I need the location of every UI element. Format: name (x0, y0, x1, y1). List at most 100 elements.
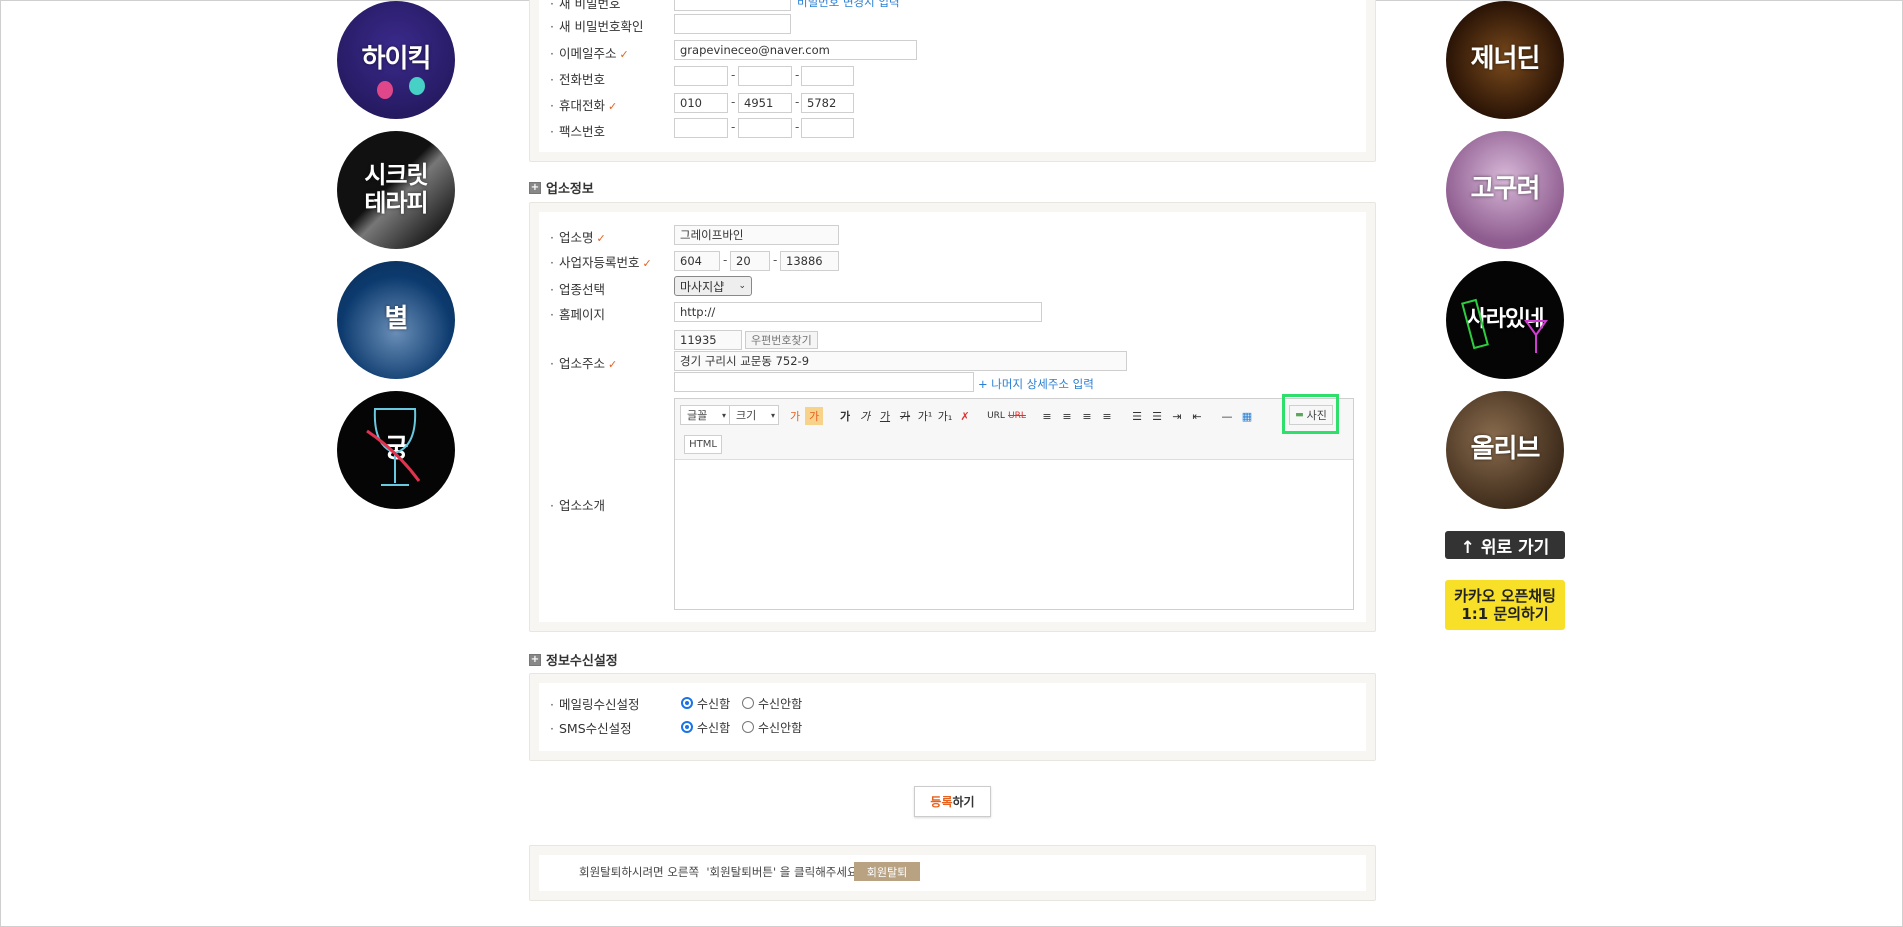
strikethrough-icon[interactable]: 가 (896, 407, 914, 425)
mobile-label: 휴대전화✓ (550, 95, 617, 114)
banner-saranne[interactable]: 사라있네 (1446, 261, 1564, 379)
sms-yes-label: 수신함 (697, 721, 731, 735)
size-select-label: 크기 (736, 409, 757, 422)
category-select[interactable]: 마사지샵 ⌄ (674, 276, 752, 296)
member-info-inner (539, 0, 1366, 152)
scroll-top-button[interactable]: ↑ 위로 가기 (1445, 531, 1565, 559)
underline-icon[interactable]: 가 (876, 407, 894, 425)
intro-editor: 글꼴 ▾ 크기 ▾ 가 가 가 가 가 가 가¹ 가₁ ✗ URL URL ≡ ≡ … (674, 394, 1354, 610)
email-label-text: 이메일주소 (558, 46, 617, 61)
password-hint: 비밀번호 변경시 입력 (797, 0, 900, 9)
align-left-icon[interactable]: ≡ (1038, 407, 1056, 425)
email-label: 이메일주소✓ (550, 43, 629, 62)
subscript-icon[interactable]: 가₁ (936, 407, 954, 425)
remove-format-icon[interactable]: ✗ (956, 407, 974, 425)
fax-input-1[interactable] (674, 118, 728, 138)
dash: - (795, 68, 800, 82)
zip-search-button[interactable]: 우편번호찾기 (745, 331, 818, 349)
bold-icon[interactable]: 가 (836, 407, 854, 425)
mobile-input-2[interactable]: 4951 (738, 93, 792, 113)
business-reg-input-2[interactable]: 20 (730, 251, 770, 271)
italic-icon[interactable]: 가 (856, 407, 874, 425)
business-section-title-text: 업소정보 (546, 182, 594, 197)
banner-palace[interactable]: 궁 (337, 391, 455, 509)
ordered-list-icon[interactable]: ☰ (1128, 407, 1146, 425)
banner-label: 올리브 (1470, 434, 1541, 465)
dash: - (795, 120, 800, 134)
align-center-icon[interactable]: ≡ (1058, 407, 1076, 425)
table-icon[interactable]: ▦ (1238, 407, 1256, 425)
fax-input-3[interactable] (801, 118, 854, 138)
withdraw-button[interactable]: 회원탈퇴 (854, 862, 920, 881)
mailing-yes-radio[interactable] (681, 697, 693, 709)
text-color-icon[interactable]: 가 (786, 407, 804, 425)
horizontal-rule-icon[interactable]: — (1218, 407, 1236, 425)
phone-input-1[interactable] (674, 66, 728, 86)
mobile-input-1[interactable]: 010 (674, 93, 728, 113)
zip-input[interactable]: 11935 (674, 330, 742, 350)
banner-secret-therapy[interactable]: 시크릿 테라피 (337, 131, 455, 249)
mailing-label: 메일링수신설정 (550, 694, 640, 713)
receive-section-title: + 정보수신설정 (529, 650, 618, 669)
phone-input-2[interactable] (738, 66, 792, 86)
bottle-icon (1461, 298, 1548, 353)
wineglass-icon (366, 408, 421, 486)
indent-icon[interactable]: ⇥ (1168, 407, 1186, 425)
detail-address-link[interactable]: + 나머지 상세주소 입력 (978, 376, 1094, 392)
business-name-label-text: 업소명 (558, 230, 594, 245)
bg-color-icon[interactable]: 가 (805, 407, 823, 425)
unlink-icon[interactable]: URL (1008, 407, 1026, 425)
address-label: 업소주소✓ (550, 353, 617, 372)
chevron-down-icon: ⌄ (738, 281, 746, 291)
mobile-label-text: 휴대전화 (558, 98, 605, 113)
required-check-icon: ✓ (608, 358, 618, 371)
kakao-line2: 1:1 문의하기 (1461, 605, 1549, 623)
business-reg-input-3[interactable]: 13886 (780, 251, 839, 271)
sms-no-label: 수신안함 (758, 721, 803, 735)
unordered-list-icon[interactable]: ☰ (1148, 407, 1166, 425)
photo-button-label: 사진 (1306, 409, 1327, 422)
align-right-icon[interactable]: ≡ (1078, 407, 1096, 425)
email-input[interactable]: grapevineceo@naver.com (674, 40, 917, 60)
size-select[interactable]: 크기 ▾ (729, 405, 779, 425)
confirm-password-input[interactable] (674, 14, 791, 34)
mailing-no-radio[interactable] (742, 697, 754, 709)
font-select[interactable]: 글꼴 ▾ (680, 405, 730, 425)
link-icon[interactable]: URL (987, 407, 1005, 425)
balloon-icon (409, 77, 425, 95)
phone-input-3[interactable] (801, 66, 854, 86)
submit-button[interactable]: 등록 하기 (914, 786, 991, 817)
address-input[interactable]: 경기 구리시 교문동 752-9 (674, 351, 1127, 371)
member-info-panel (529, 0, 1376, 162)
confirm-password-label: 새 비밀번호확인 (550, 16, 643, 35)
kakao-chat-button[interactable]: 카카오 오픈채팅 1:1 문의하기 (1445, 580, 1565, 630)
dropdown-icon: ▾ (721, 410, 726, 420)
html-mode-button[interactable]: HTML (684, 435, 722, 454)
banner-label: 별 (384, 304, 409, 335)
banner-olive[interactable]: 올리브 (1446, 391, 1564, 509)
mobile-input-3[interactable]: 5782 (801, 93, 854, 113)
submit-accent-text: 등록 (930, 795, 953, 809)
align-justify-icon[interactable]: ≡ (1098, 407, 1116, 425)
plus-icon: + (529, 653, 541, 666)
business-reg-input-1[interactable]: 604 (674, 251, 720, 271)
editor-content[interactable] (675, 460, 1353, 609)
scroll-top-label: ↑ 위로 가기 (1460, 537, 1550, 558)
plus-icon: + (529, 181, 541, 194)
address-detail-input[interactable] (674, 372, 974, 392)
mailing-yes-label: 수신함 (697, 697, 731, 711)
dash: - (795, 95, 800, 109)
sms-no-radio[interactable] (742, 721, 754, 733)
banner-zenerdin[interactable]: 제너딘 (1446, 1, 1564, 119)
homepage-input[interactable]: http:// (674, 302, 1042, 322)
banner-goguryeo[interactable]: 고구려 (1446, 131, 1564, 249)
banner-star[interactable]: 별 (337, 261, 455, 379)
new-password-input[interactable] (674, 0, 791, 11)
banner-hikick[interactable]: 하이킥 (337, 1, 455, 119)
superscript-icon[interactable]: 가¹ (916, 407, 934, 425)
sms-yes-radio[interactable] (681, 721, 693, 733)
photo-button[interactable]: ▬ 사진 (1289, 405, 1333, 425)
outdent-icon[interactable]: ⇤ (1188, 407, 1206, 425)
fax-input-2[interactable] (738, 118, 792, 138)
business-name-input[interactable]: 그레이프바인 (674, 225, 839, 245)
